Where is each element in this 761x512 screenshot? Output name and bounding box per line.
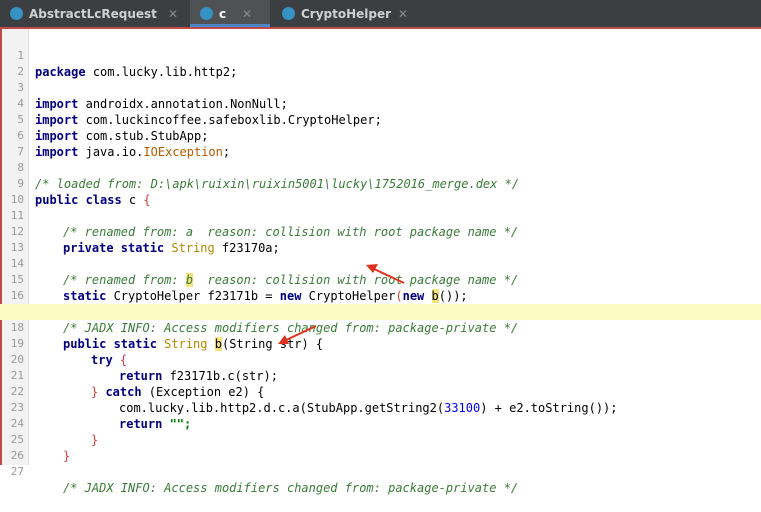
arrow-to-return-call <box>278 325 317 344</box>
line-number: 27 <box>10 465 24 478</box>
annotation-arrows <box>278 264 405 344</box>
comment: /* JADX INFO: Access modifiers changed f… <box>63 481 519 495</box>
arrow-to-crypto-helper <box>366 264 405 284</box>
